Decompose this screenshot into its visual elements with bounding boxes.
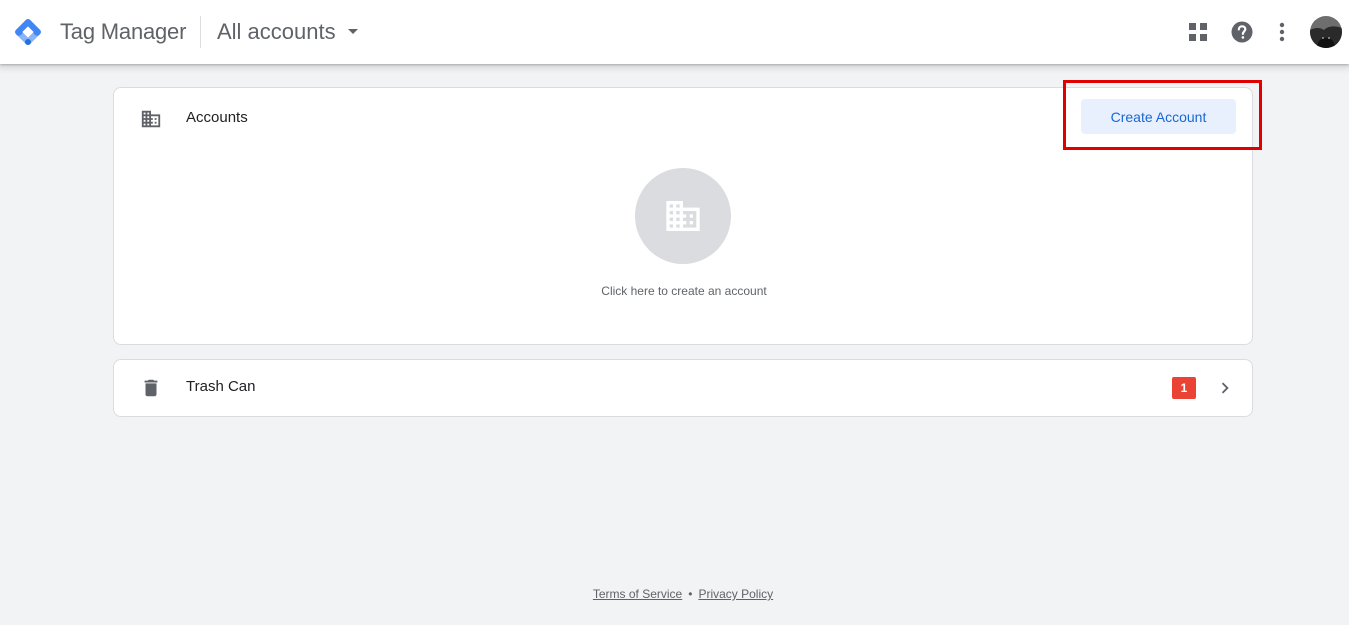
avatar[interactable] bbox=[1310, 16, 1342, 48]
trash-can-card[interactable]: Trash Can 1 bbox=[113, 359, 1253, 417]
more-vert-icon[interactable] bbox=[1266, 16, 1298, 48]
accounts-card: Accounts Create Account Click here to cr… bbox=[113, 87, 1253, 345]
create-account-button[interactable]: Create Account bbox=[1081, 99, 1236, 134]
trash-icon bbox=[144, 379, 158, 397]
accounts-title: Accounts bbox=[186, 109, 248, 126]
empty-state-text[interactable]: Click here to create an account bbox=[114, 284, 1254, 298]
apps-grid-icon[interactable] bbox=[1182, 16, 1214, 48]
privacy-policy-link[interactable]: Privacy Policy bbox=[698, 587, 773, 601]
domain-building-icon bbox=[141, 110, 161, 128]
account-switcher[interactable]: All accounts bbox=[217, 14, 358, 50]
footer: Terms of Service • Privacy Policy bbox=[0, 587, 1349, 601]
header-divider bbox=[200, 16, 201, 48]
empty-state-create-account[interactable] bbox=[635, 168, 731, 264]
footer-separator: • bbox=[688, 587, 693, 601]
terms-of-service-link[interactable]: Terms of Service bbox=[593, 587, 682, 601]
trash-count-badge: 1 bbox=[1172, 377, 1196, 399]
trash-can-title: Trash Can bbox=[186, 378, 256, 395]
domain-building-icon bbox=[666, 201, 700, 231]
app-header: Tag Manager All accounts bbox=[0, 0, 1349, 64]
help-icon[interactable] bbox=[1226, 16, 1258, 48]
product-name: Tag Manager bbox=[60, 19, 187, 44]
chevron-right-icon[interactable] bbox=[1214, 377, 1236, 399]
account-switcher-label: All accounts bbox=[217, 19, 336, 44]
tag-manager-logo-icon[interactable] bbox=[12, 16, 44, 48]
caret-down-icon bbox=[347, 29, 358, 34]
